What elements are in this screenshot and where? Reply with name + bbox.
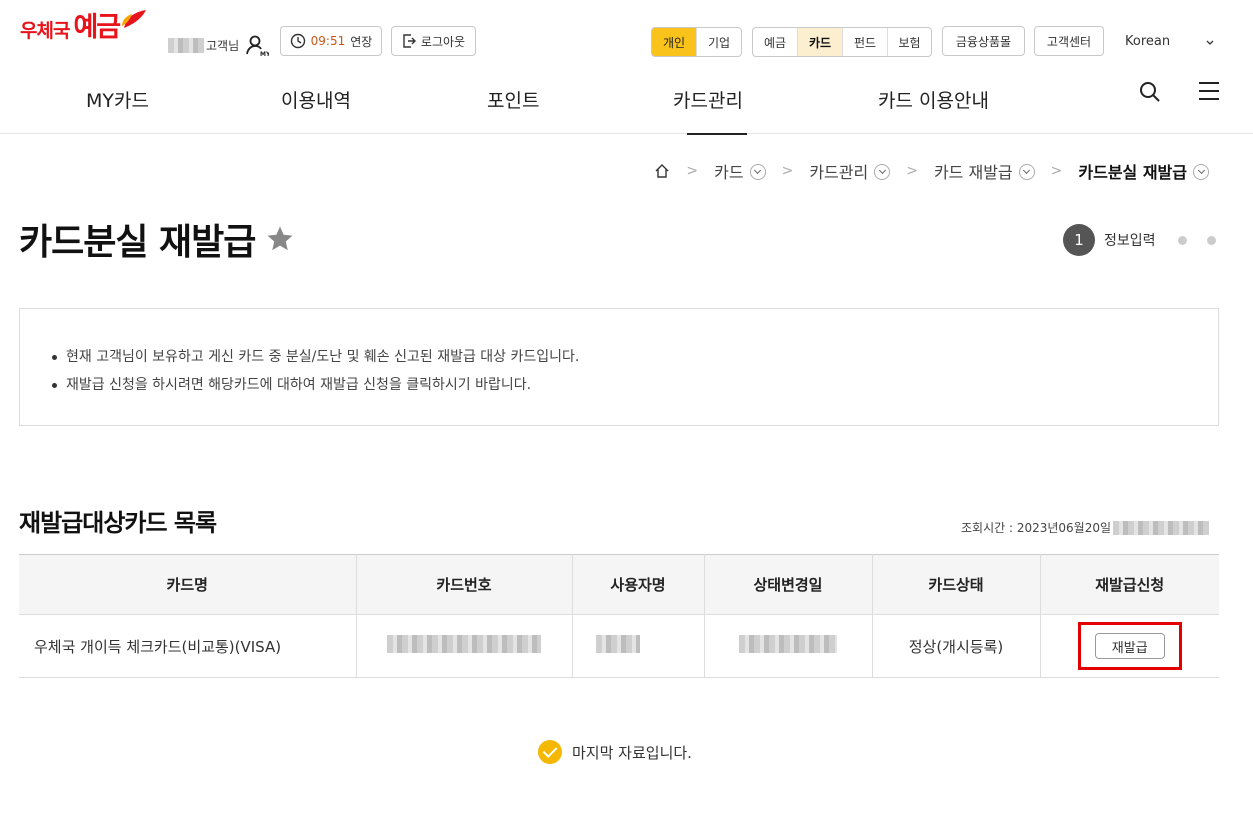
breadcrumb-separator: > <box>781 163 794 179</box>
reissue-card-table: 카드명 카드번호 사용자명 상태변경일 카드상태 재발급신청 우체국 개이득 체… <box>19 554 1219 678</box>
chevron-down-icon[interactable] <box>1193 164 1209 180</box>
masked-card-number <box>387 635 541 653</box>
masked-status-date <box>739 635 837 653</box>
card-number-cell <box>356 614 573 678</box>
breadcrumb-card-management[interactable]: 카드관리 <box>809 159 868 183</box>
logout-button[interactable]: 로그아웃 <box>391 26 476 56</box>
extend-label: 연장 <box>350 34 373 49</box>
card-name-cell: 우체국 개이득 체크카드(비교통)(VISA) <box>19 614 357 678</box>
nav-card-management[interactable]: 카드관리 <box>673 86 761 135</box>
language-value: Korean <box>1125 34 1171 49</box>
segment-personal[interactable]: 개인 <box>652 28 697 56</box>
star-icon[interactable] <box>265 224 295 254</box>
header-status-change-date: 상태변경일 <box>704 554 873 615</box>
step-number: 1 <box>1063 224 1095 256</box>
header-card-status: 카드상태 <box>872 554 1041 615</box>
nav-card-guide[interactable]: 카드 이용안내 <box>878 86 989 134</box>
hamburger-menu-icon[interactable] <box>1198 80 1220 102</box>
step-indicator: 1 정보입력 <box>1063 224 1216 256</box>
query-time-label: 조회시간 : 2023년06월20일 <box>961 521 1112 535</box>
logout-label: 로그아웃 <box>420 34 466 49</box>
query-time: 조회시간 : 2023년06월20일 <box>961 519 1210 536</box>
masked-user-name <box>596 635 640 653</box>
main-navigation: MY카드 이용내역 포인트 카드관리 카드 이용안내 <box>0 86 1253 135</box>
user-suffix: 고객님 <box>206 38 240 53</box>
masked-time <box>1113 520 1210 535</box>
clock-icon <box>290 33 305 49</box>
customer-center-button[interactable]: 고객센터 <box>1034 26 1104 56</box>
chevron-down-icon <box>1206 40 1214 45</box>
nav-points[interactable]: 포인트 <box>487 86 539 134</box>
notice-item: 현재 고객님이 보유하고 게신 카드 중 분실/도난 및 훼손 신고된 재발급 … <box>52 343 579 371</box>
notice-box: 현재 고객님이 보유하고 게신 카드 중 분실/도난 및 훼손 신고된 재발급 … <box>19 308 1219 426</box>
end-of-data-text: 마지막 자료입니다. <box>572 743 692 762</box>
session-extend-button[interactable]: 09:51 연장 <box>280 26 382 56</box>
reissue-cell: 재발급 <box>1040 614 1219 678</box>
logo-text-1: 우체국 <box>20 20 70 42</box>
page-title: 카드분실 재발급 <box>19 213 295 265</box>
chevron-down-icon[interactable] <box>749 164 766 180</box>
language-select[interactable]: Korean <box>1125 34 1215 49</box>
svg-text:MY: MY <box>260 51 269 57</box>
leaf-icon <box>122 10 146 28</box>
breadcrumb-card-reissue[interactable]: 카드 재발급 <box>934 159 1013 183</box>
logo[interactable]: 우체국 예금 <box>20 10 146 43</box>
service-insurance[interactable]: 보험 <box>888 28 931 56</box>
breadcrumb-card[interactable]: 카드 <box>714 159 743 183</box>
table-row: 우체국 개이득 체크카드(비교통)(VISA) 정상(개시등록) 재발급 <box>19 614 1219 678</box>
highlight-box: 재발급 <box>1077 622 1182 670</box>
home-icon[interactable] <box>654 163 670 179</box>
card-status-cell: 정상(개시등록) <box>872 614 1041 678</box>
segment-business[interactable]: 기업 <box>697 28 741 56</box>
user-name-cell <box>572 614 705 678</box>
my-page-icon[interactable]: MY <box>245 33 269 57</box>
breadcrumb: > 카드 > 카드관리 > 카드 재발급 > 카드분실 재발급 <box>654 160 1209 182</box>
table-header-row: 카드명 카드번호 사용자명 상태변경일 카드상태 재발급신청 <box>19 554 1219 615</box>
chevron-down-icon[interactable] <box>874 164 891 180</box>
reissue-button[interactable]: 재발급 <box>1094 633 1165 659</box>
header-card-number: 카드번호 <box>356 554 573 615</box>
search-icon[interactable] <box>1138 80 1162 104</box>
step-dot <box>1177 235 1187 245</box>
notice-item: 재발급 신청을 하시려면 해당카드에 대하여 재발급 신청을 클릭하시기 바랍니… <box>52 371 579 399</box>
financial-products-button[interactable]: 금융상품몰 <box>942 26 1025 56</box>
breadcrumb-separator: > <box>906 163 918 179</box>
header-reissue-request: 재발급신청 <box>1040 554 1219 615</box>
step-label: 정보입력 <box>1104 233 1156 249</box>
logo-text-2: 예금 <box>73 12 121 43</box>
nav-usage-history[interactable]: 이용내역 <box>281 86 351 134</box>
service-fund[interactable]: 펀드 <box>843 28 888 56</box>
breadcrumb-separator: > <box>1050 163 1063 179</box>
user-info: 고객님 MY <box>168 33 269 57</box>
status-date-cell <box>704 614 873 678</box>
service-deposit[interactable]: 예금 <box>753 28 798 56</box>
breadcrumb-separator: > <box>686 163 699 179</box>
breadcrumb-current: 카드분실 재발급 <box>1078 163 1187 182</box>
check-icon <box>538 740 562 764</box>
session-time: 09:51 <box>310 34 346 48</box>
header-user-name: 사용자명 <box>572 554 705 615</box>
chevron-down-icon[interactable] <box>1018 164 1035 180</box>
masked-username <box>168 37 204 53</box>
section-title: 재발급대상카드 목록 <box>19 509 217 537</box>
page-title-text: 카드분실 재발급 <box>19 222 256 263</box>
end-of-data-message: 마지막 자료입니다. <box>538 740 692 764</box>
step-dot <box>1206 235 1216 245</box>
header-card-name: 카드명 <box>19 554 357 615</box>
service-card[interactable]: 카드 <box>798 28 843 56</box>
logout-icon <box>403 34 416 48</box>
nav-my-card[interactable]: MY카드 <box>86 86 149 134</box>
service-tabs: 예금 카드 펀드 보험 <box>752 27 932 57</box>
customer-type-toggle: 개인 기업 <box>651 27 742 57</box>
